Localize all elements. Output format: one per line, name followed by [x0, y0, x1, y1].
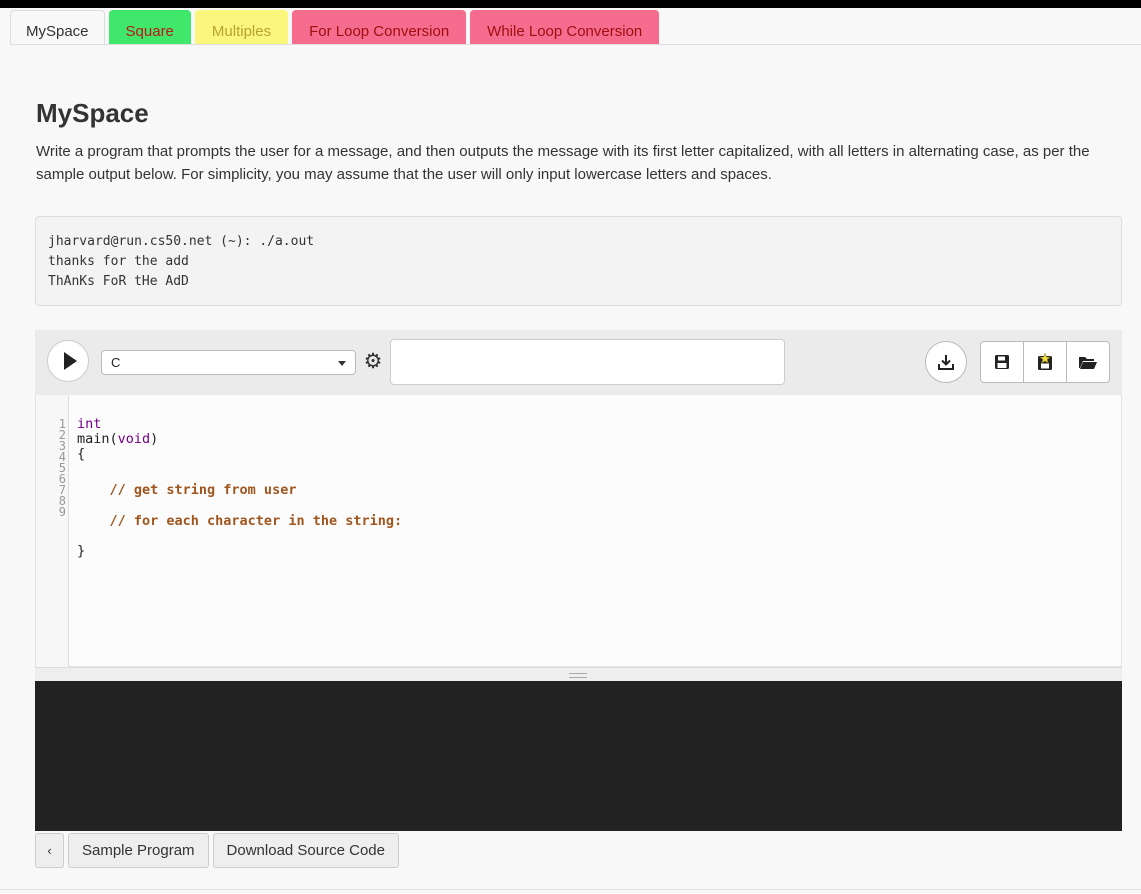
run-button[interactable] [47, 340, 89, 382]
open-button[interactable] [1066, 341, 1110, 383]
code-line: } [77, 543, 86, 559]
terminal-output[interactable] [35, 681, 1122, 831]
language-select[interactable]: C [101, 350, 356, 375]
code-keyword: void [117, 431, 151, 447]
bottom-divider [0, 889, 1141, 890]
editor-resize-handle[interactable] [35, 667, 1122, 681]
sample-output: jharvard@run.cs50.net (~): ./a.out thanks… [35, 216, 1122, 306]
code-line: int [77, 416, 102, 432]
code-comment: // for each character in the string: [77, 513, 403, 529]
grip-icon [569, 673, 587, 678]
tab-myspace[interactable]: MySpace [10, 10, 105, 45]
language-select-value: C [111, 355, 121, 370]
gear-icon[interactable]: ⚙ [361, 350, 385, 374]
tab-while-loop-conversion[interactable]: While Loop Conversion [470, 10, 660, 45]
tab-square[interactable]: Square [108, 10, 191, 45]
bottom-toolbar: ‹ Sample Program Download Source Code [35, 833, 403, 868]
play-icon [63, 352, 77, 370]
file-button-group [980, 341, 1110, 383]
download-source-code-button[interactable]: Download Source Code [212, 833, 399, 868]
floppy-disk-icon [995, 355, 1009, 369]
chevron-down-icon [338, 361, 346, 366]
code-comment: // get string from user [77, 482, 297, 498]
tab-bar: MySpace Square Multiples For Loop Conver… [10, 10, 663, 45]
code-token: ) [150, 431, 159, 447]
problem-description: Write a program that prompts the user fo… [36, 143, 1090, 183]
code-editor[interactable]: 1 2 3 4 5 6 7 8 9 int main(void) { // ge… [35, 395, 1122, 667]
code-ide: C ⚙ 1 2 3 4 5 6 7 8 9 int main(void) {/… [35, 330, 1122, 831]
download-button[interactable] [925, 341, 967, 383]
tab-multiples[interactable]: Multiples [194, 10, 289, 45]
tab-for-loop-conversion[interactable]: For Loop Conversion [292, 10, 467, 45]
floppy-disk-star-icon [1038, 353, 1052, 370]
line-number-gutter: 1 2 3 4 5 6 7 8 9 [36, 395, 69, 667]
sample-program-button[interactable]: Sample Program [68, 833, 209, 868]
line-number: 9 [58, 505, 66, 519]
code-line: main(void) [77, 432, 158, 447]
collapse-button[interactable]: ‹ [35, 833, 64, 868]
code-token: main( [77, 431, 118, 447]
sample-output-line: thanks for the add [48, 254, 189, 269]
sample-output-line: jharvard@run.cs50.net (~): ./a.out [48, 234, 315, 249]
code-line: { [77, 446, 86, 462]
ide-toolbar: C ⚙ [35, 330, 1122, 395]
page-title: MySpace [36, 98, 149, 128]
folder-open-icon [1079, 357, 1097, 369]
download-icon [938, 355, 954, 370]
tab-bar-divider [10, 44, 1141, 45]
window-top-edge [0, 0, 1141, 8]
save-button[interactable] [980, 341, 1024, 383]
sample-output-line: ThAnKs FoR tHe AdD [48, 274, 189, 289]
arguments-input[interactable] [390, 339, 785, 385]
save-as-button[interactable] [1023, 341, 1067, 383]
